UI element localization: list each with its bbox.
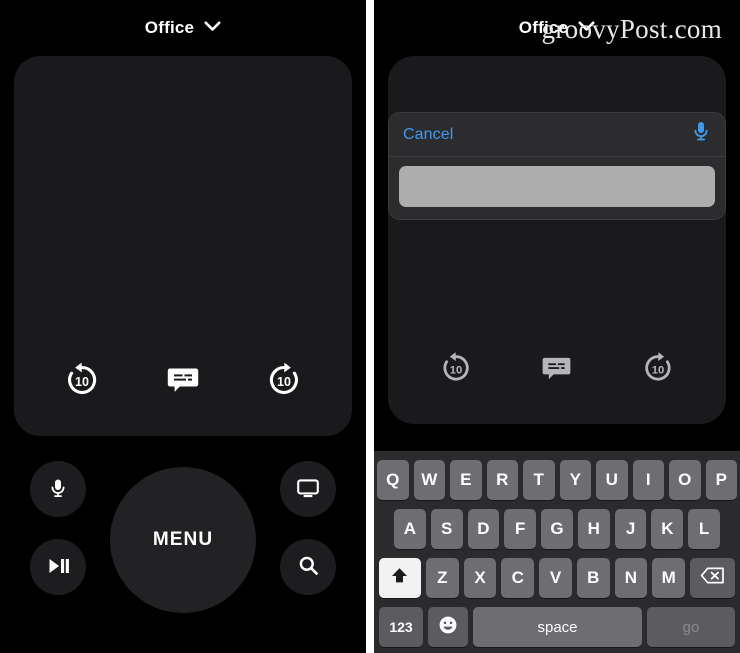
key-q[interactable]: Q <box>377 460 409 500</box>
key-j[interactable]: J <box>614 509 647 549</box>
key-c[interactable]: C <box>501 558 535 598</box>
keyboard-row-3: Z X C V B N M <box>377 558 737 598</box>
key-h[interactable]: H <box>577 509 610 549</box>
svg-text:10: 10 <box>277 375 291 389</box>
key-l[interactable]: L <box>688 509 721 549</box>
key-t[interactable]: T <box>523 460 555 500</box>
key-a[interactable]: A <box>393 509 426 549</box>
key-e[interactable]: E <box>450 460 482 500</box>
key-b[interactable]: B <box>576 558 610 598</box>
skip-back-10-button-right[interactable]: 10 <box>433 344 479 390</box>
menu-button-label: MENU <box>152 529 214 550</box>
key-y[interactable]: Y <box>559 460 591 500</box>
subtitles-icon <box>166 362 200 396</box>
svg-text:10: 10 <box>75 375 89 389</box>
key-g[interactable]: G <box>541 509 573 549</box>
onscreen-keyboard: Q W E R T Y U I O P A S D F G H J K L Z … <box>374 451 740 653</box>
key-w[interactable]: W <box>413 460 445 500</box>
menu-button[interactable]: MENU <box>110 467 256 613</box>
svg-text:10: 10 <box>651 364 664 376</box>
go-key[interactable]: go <box>647 607 735 647</box>
emoji-smiley-icon <box>438 615 458 640</box>
backspace-key[interactable] <box>690 558 736 598</box>
page-title-right: Office <box>518 18 569 37</box>
touchpad-left[interactable]: 10 10 <box>14 56 352 436</box>
key-u[interactable]: U <box>596 460 628 500</box>
header-right[interactable]: Office <box>374 0 740 56</box>
tv-icon <box>296 477 320 502</box>
keyboard-row-2: A S D F G H J K L <box>377 509 737 549</box>
key-p[interactable]: P <box>705 460 737 500</box>
keyboard-row-4: 123 space go <box>377 607 737 647</box>
cancel-button[interactable]: Cancel <box>403 126 453 144</box>
shift-arrow-icon <box>390 566 409 590</box>
svg-text:10: 10 <box>450 364 463 376</box>
shift-key[interactable] <box>378 558 421 598</box>
key-x[interactable]: X <box>463 558 497 598</box>
search-bar: Cancel <box>389 113 725 157</box>
search-field-container <box>389 157 725 219</box>
keyboard-row-1: Q W E R T Y U I O P <box>377 460 737 500</box>
screenshot-stage: Office 10 10 MENU Office 10 10 Cancel Q … <box>0 0 740 653</box>
skip-back-10-icon: 10 <box>62 359 102 399</box>
numbers-key[interactable]: 123 <box>379 607 423 647</box>
microphone-icon[interactable] <box>691 120 711 149</box>
play-pause-icon <box>46 556 70 579</box>
subtitles-button[interactable] <box>160 356 206 402</box>
key-s[interactable]: S <box>430 509 463 549</box>
remote-panel-right: Office 10 10 Cancel Q W E R T Y U I O P … <box>374 0 740 653</box>
skip-back-10-button[interactable]: 10 <box>59 356 105 402</box>
chevron-down-icon[interactable] <box>204 19 221 37</box>
skip-forward-10-button-right[interactable]: 10 <box>635 344 681 390</box>
tv-button[interactable] <box>280 461 336 517</box>
space-key[interactable]: space <box>473 607 642 647</box>
subtitles-button-right[interactable] <box>534 344 580 390</box>
key-f[interactable]: F <box>504 509 537 549</box>
skip-forward-10-button[interactable]: 10 <box>261 356 307 402</box>
search-overlay: Cancel <box>388 112 726 220</box>
key-z[interactable]: Z <box>425 558 459 598</box>
media-controls-left: 10 10 <box>14 356 352 436</box>
chevron-down-icon-right[interactable] <box>578 19 595 37</box>
remote-button-pad: MENU <box>0 440 366 653</box>
search-button[interactable] <box>280 539 336 595</box>
microphone-icon <box>47 477 69 502</box>
emoji-key[interactable] <box>428 607 468 647</box>
key-r[interactable]: R <box>486 460 518 500</box>
key-n[interactable]: N <box>614 558 648 598</box>
subtitles-icon <box>541 352 572 383</box>
media-controls-right: 10 10 <box>388 344 726 424</box>
search-input[interactable] <box>399 166 715 207</box>
key-k[interactable]: K <box>651 509 684 549</box>
key-m[interactable]: M <box>652 558 686 598</box>
key-d[interactable]: D <box>467 509 500 549</box>
key-o[interactable]: O <box>669 460 701 500</box>
search-icon <box>298 555 319 579</box>
key-v[interactable]: V <box>539 558 572 598</box>
skip-forward-10-icon: 10 <box>640 349 676 385</box>
skip-back-10-icon: 10 <box>438 349 474 385</box>
header-left[interactable]: Office <box>0 0 366 56</box>
page-title: Office <box>144 18 195 37</box>
voice-button[interactable] <box>30 461 86 517</box>
play-pause-button[interactable] <box>30 539 86 595</box>
remote-panel-left: Office 10 10 MENU <box>0 0 366 653</box>
skip-forward-10-icon: 10 <box>264 359 304 399</box>
key-i[interactable]: I <box>632 460 664 500</box>
backspace-icon <box>700 566 725 590</box>
